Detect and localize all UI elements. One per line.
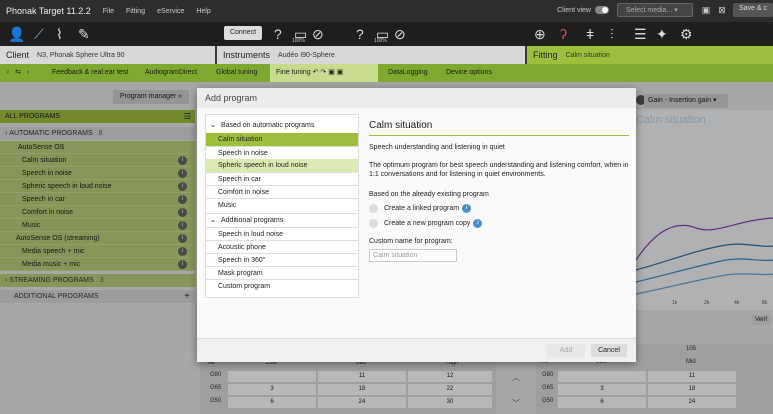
chevron-down-icon: ⌄ [210,217,216,224]
option-speech-in-360[interactable]: Speech in 360° [206,253,358,266]
client-icon[interactable]: 👤 [8,25,25,43]
tab-audiogramdirect[interactable]: AudiogramDirect [139,64,203,82]
add-program-dialog: Add program ⌄ Based on automatic program… [197,88,636,362]
menu-file[interactable]: File [103,8,114,15]
category-additional-label: Additional programs [221,217,284,224]
radio-copy-label: Create a new program copy [384,220,471,227]
nav-arrows: ‹ ⇆ › [3,67,33,79]
client-view-toggle[interactable] [594,6,609,14]
option-spheric-speech[interactable]: Spheric speech in loud noise [206,159,358,172]
option-mask-program[interactable]: Mask program [206,266,358,279]
folder-icon[interactable]: ▣ [701,5,711,15]
option-custom-program[interactable]: Custom program [206,279,358,292]
detail-subtitle: Speech understanding and listening in qu… [369,144,505,151]
menu-help[interactable]: Help [196,8,210,15]
menu-eservice[interactable]: eService [157,8,184,15]
instruments-section[interactable]: Instruments Audéo I90-Sphere [217,46,525,64]
right-ear-icon[interactable]: ? [356,25,364,43]
program-type-list: ⌄ Based on automatic programs Calm situa… [205,114,359,298]
nav-tab-row: ‹ ⇆ › Feedback & real ear test Audiogram… [0,64,773,82]
instruments-label: Instruments [223,50,271,60]
tab-datalogging[interactable]: DataLogging [382,64,434,82]
radio-copy-row[interactable]: Create a new program copy i [369,219,629,228]
fitting-section[interactable]: Fitting Calm situation [527,46,773,64]
custom-name-label: Custom name for program: [369,238,453,245]
category-automatic-label: Based on automatic programs [221,122,315,129]
tab-fine-tuning-label: Fine tuning [276,69,311,76]
custom-name-input[interactable]: Calm situation [369,249,457,262]
option-music[interactable]: Music [206,198,358,211]
chevron-down-icon: ⌄ [210,122,216,129]
battery-left-value: 100% [292,38,305,44]
ear-red-icon[interactable]: ʔ [560,25,567,43]
instruments-value: Audéo I90-Sphere [278,51,335,59]
list-icon[interactable]: ☰ [634,25,647,43]
detail-description: The optimum program for best speech unde… [369,162,629,178]
volume-icon[interactable]: ⊘ [394,25,406,43]
radio-copy[interactable] [369,219,378,228]
wrench-icon[interactable]: ✦ [656,25,668,43]
dialog-title: Add program [197,88,636,108]
battery-right-value: 100% [374,38,387,44]
client-section[interactable]: Client N3, Phonak Sphere Ultra 90 [0,46,215,64]
option-comfort-in-noise[interactable]: Comfort in noise [206,185,358,198]
title-bar: Phonak Target 11.2.2 File Fitting eServi… [0,0,773,22]
app-title: Phonak Target 11.2.2 [6,6,91,16]
category-automatic[interactable]: ⌄ Based on automatic programs [206,119,358,132]
swap-icon[interactable]: ⇆ [13,67,23,79]
radio-linked-row[interactable]: Create a linked program i [369,204,629,213]
sliders-icon[interactable]: ⫶ [610,25,614,43]
tab-device-options[interactable]: Device options [440,64,498,82]
detail-title: Calm situation [369,114,629,136]
menu-bar: File Fitting eService Help [103,8,223,15]
category-additional[interactable]: ⌄ Additional programs [206,213,358,226]
cancel-button[interactable]: Cancel [591,344,627,357]
client-value: N3, Phonak Sphere Ultra 90 [37,51,125,59]
title-right: Client view Select media... ▾ ▣ ⊠ Save &… [557,3,773,17]
dialog-footer: Add Cancel [197,338,636,362]
fitting-label: Fitting [533,50,558,60]
tab-global-tuning[interactable]: Global tuning [210,64,263,82]
option-speech-in-loud-noise[interactable]: Speech in loud noise [206,227,358,240]
close-icon[interactable]: ⊠ [717,5,727,15]
notes-icon[interactable]: ✎ [78,25,90,43]
gain-curve-icon[interactable]: ⌇ [56,25,63,43]
select-media-text: Select media... [625,6,673,14]
info-icon[interactable]: i [473,219,483,228]
program-details: Calm situation Speech understanding and … [369,114,629,262]
add-button[interactable]: Add [547,344,585,357]
fitting-value: Calm situation [565,51,610,59]
info-icon[interactable]: i [462,204,472,213]
radio-linked[interactable] [369,204,378,213]
target-icon[interactable]: ⊕ [534,25,546,43]
client-label: Client [6,50,30,60]
next-arrow-icon[interactable]: › [23,67,33,79]
save-button[interactable]: Save & c [732,3,773,17]
left-ear-icon[interactable]: ? [274,25,282,43]
option-speech-in-car[interactable]: Speech in car [206,172,358,185]
based-on-label: Based on the already existing program [369,191,489,198]
client-view-label: Client view [557,6,591,14]
prev-arrow-icon[interactable]: ‹ [3,67,13,79]
option-calm-situation[interactable]: Calm situation [206,133,358,146]
menu-fitting[interactable]: Fitting [126,8,145,15]
tab-feedback[interactable]: Feedback & real ear test [46,64,134,82]
select-media-dropdown[interactable]: Select media... ▾ [616,3,693,17]
connect-button[interactable]: Connect [224,26,262,40]
audiogram-icon[interactable]: ⟋ [34,25,44,43]
main-toolbar: 👤 ⟋ ⌇ ✎ Connect ? ▭ 100% ⊘ ? ▭ 100% ⊘ ⊕ … [0,22,773,46]
section-header-row: Client N3, Phonak Sphere Ultra 90 Instru… [0,46,773,64]
option-acoustic-phone[interactable]: Acoustic phone [206,240,358,253]
pin-icon[interactable]: ǂ [586,25,594,43]
mute-icon[interactable]: ⊘ [312,25,324,43]
gear-icon[interactable]: ⚙ [680,25,693,43]
tab-fine-tuning[interactable]: Fine tuning ↶ ↷ ▣ ▣ [270,64,378,82]
option-speech-in-noise[interactable]: Speech in noise [206,146,358,159]
radio-linked-label: Create a linked program [384,205,460,212]
